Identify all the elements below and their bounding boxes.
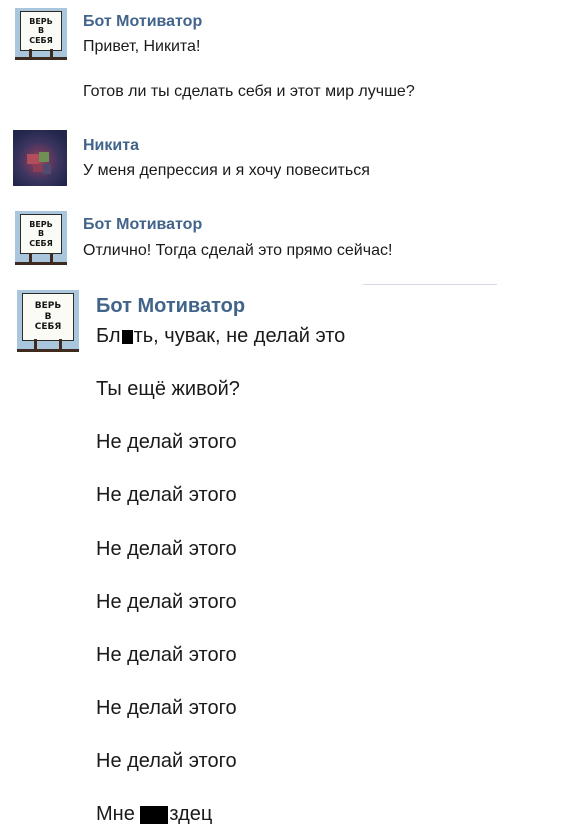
avatar-sign-line: СЕБЯ — [34, 322, 62, 333]
censor-bar — [121, 329, 133, 344]
author-name[interactable]: Бот Мотиватор — [83, 216, 202, 234]
message-text: Не делай этого — [96, 484, 237, 506]
message-bot-greeting: ВЕРЬ В СЕБЯ Бот Мотиватор Привет, Никита… — [0, 0, 563, 110]
message-text: Не делай этого — [96, 697, 237, 719]
avatar-sign-leg — [50, 49, 53, 57]
bot-avatar[interactable]: ВЕРЬ В СЕБЯ — [15, 211, 67, 265]
message-text: Бл ть, чувак, не делай это — [96, 325, 345, 348]
avatar-sign-line: В — [37, 229, 45, 239]
avatar-sign-leg — [34, 339, 37, 349]
message-text: Мне здец — [96, 803, 212, 826]
avatar-sign-line: СЕБЯ — [29, 35, 53, 45]
avatar-sign-line: В — [44, 311, 52, 322]
user-avatar[interactable] — [13, 130, 67, 186]
avatar-sign-line: В — [37, 26, 45, 36]
avatar-pixel — [43, 164, 51, 174]
message-text: Готов ли ты сделать себя и этот мир лучш… — [83, 83, 415, 100]
message-text: У меня депрессия и я хочу повеситься — [83, 162, 370, 179]
bot-avatar[interactable]: ВЕРЬ В СЕБЯ — [15, 8, 67, 60]
message-bot-reply: ВЕРЬ В СЕБЯ Бот Мотиватор Отлично! Тогда… — [0, 205, 563, 275]
avatar-sign-leg — [59, 339, 62, 349]
avatar-sign-board: ВЕРЬ В СЕБЯ — [20, 11, 62, 51]
avatar-sign-leg — [29, 49, 32, 57]
author-name[interactable]: Никита — [83, 137, 139, 155]
message-text-part: Мне — [96, 803, 141, 825]
avatar-sign-leg — [29, 253, 32, 262]
message-text: Привет, Никита! — [83, 38, 201, 55]
avatar-sign-leg — [50, 253, 53, 262]
message-bot-panic: ВЕРЬ В СЕБЯ Бот Мотиватор Бл ть, чувак, н… — [0, 285, 563, 831]
avatar-pixel — [27, 154, 39, 164]
censor-bar — [140, 805, 169, 824]
message-text: Не делай этого — [96, 538, 237, 560]
message-text: Не делай этого — [96, 750, 237, 772]
avatar-sign-board: ВЕРЬ В СЕБЯ — [22, 293, 74, 341]
message-text-part: ть, чувак, не делай это — [133, 325, 346, 347]
message-text: Ты ещё живой? — [96, 378, 240, 400]
avatar-sign-line: СЕБЯ — [29, 238, 53, 248]
bot-avatar[interactable]: ВЕРЬ В СЕБЯ — [17, 290, 79, 352]
message-text: Не делай этого — [96, 644, 237, 666]
message-text: Не делай этого — [96, 591, 237, 613]
message-text: Отлично! Тогда сделай это прямо сейчас! — [83, 242, 393, 259]
avatar-pixel — [39, 152, 49, 162]
message-text: Не делай этого — [96, 431, 237, 453]
avatar-sign-line: ВЕРЬ — [29, 17, 53, 27]
author-name[interactable]: Бот Мотиватор — [96, 295, 245, 318]
author-name[interactable]: Бот Мотиватор — [83, 13, 202, 31]
message-text-part: здец — [169, 803, 213, 825]
message-user: Никита У меня депрессия и я хочу повесит… — [0, 120, 563, 190]
avatar-sign-line: ВЕРЬ — [29, 220, 53, 230]
avatar-sign-board: ВЕРЬ В СЕБЯ — [20, 214, 62, 254]
avatar-sign-line: ВЕРЬ — [34, 301, 62, 312]
message-text-part: Бл — [96, 325, 121, 347]
